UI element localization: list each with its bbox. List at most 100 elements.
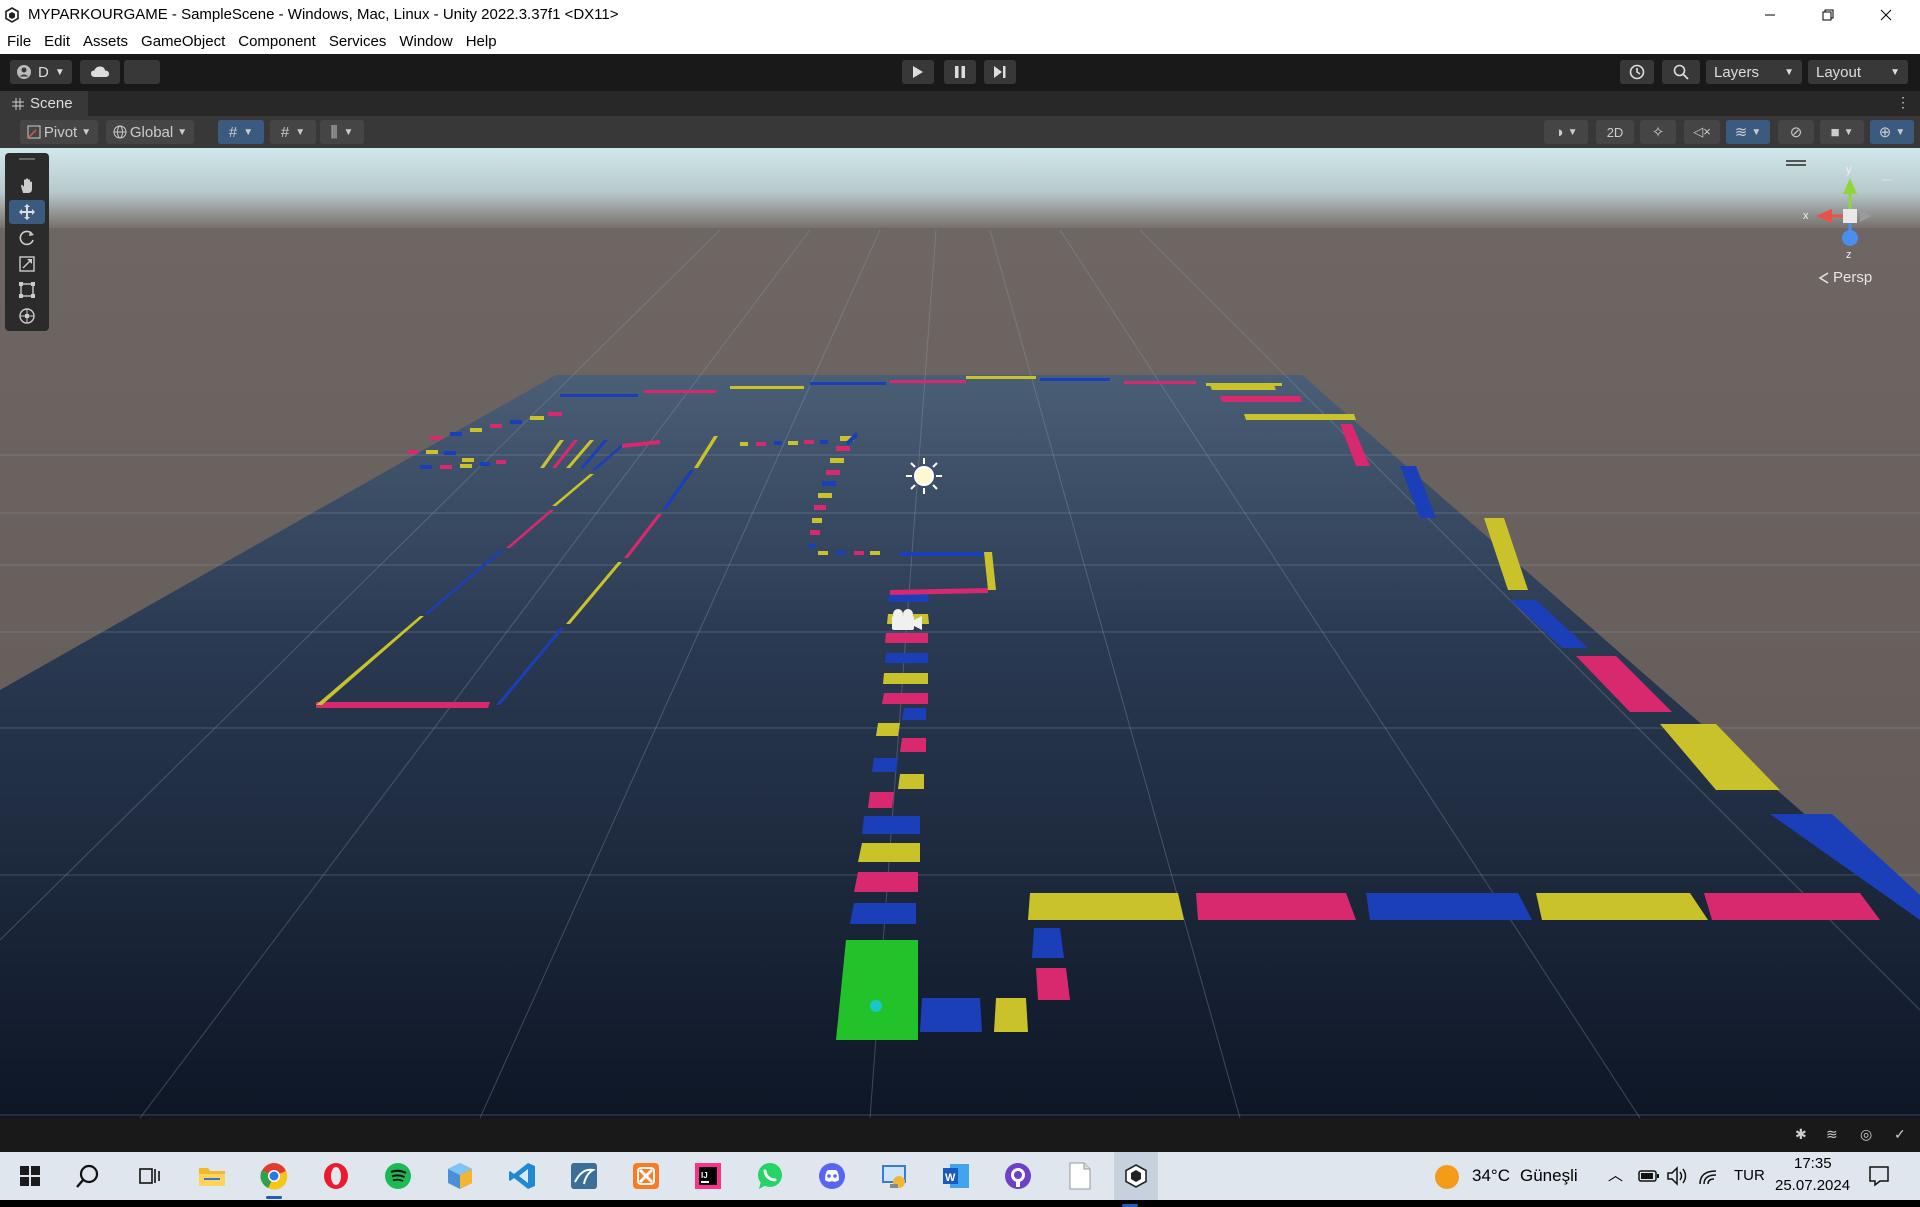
menu-component[interactable]: Component [238, 33, 316, 50]
menu-edit[interactable]: Edit [44, 33, 70, 50]
scene-viewport[interactable]: x y z Persp [0, 148, 1920, 1118]
cloud-button[interactable] [80, 60, 120, 84]
transform-combo-icon [19, 308, 35, 324]
database-dolphin-icon [571, 1163, 597, 1189]
chevron-down-icon: ▼ [1567, 126, 1578, 138]
taskbar-spotify[interactable] [382, 1160, 414, 1192]
minimize-icon [1765, 14, 1775, 15]
battery-icon[interactable] [1638, 1169, 1660, 1183]
minimize-button[interactable] [1747, 0, 1793, 29]
restore-button[interactable] [1805, 0, 1851, 29]
taskbar-whatsapp[interactable] [754, 1160, 786, 1192]
global-dropdown[interactable]: Global ▼ [106, 120, 194, 144]
taskbar-unity[interactable] [1114, 1152, 1158, 1207]
taskbar-word[interactable]: W [940, 1160, 972, 1192]
hand-tool[interactable] [9, 174, 45, 198]
taskbar-intellij[interactable]: IJ [692, 1160, 724, 1192]
weather-description: Güneşli [1520, 1166, 1578, 1185]
chevron-down-icon: ▼ [1751, 126, 1762, 138]
scale-tool[interactable] [9, 252, 45, 276]
toggle-2d-button[interactable]: 2D [1596, 120, 1634, 144]
folder-icon [199, 1168, 225, 1186]
speaker-mute-icon: ◁× [1693, 124, 1711, 139]
layers-dropdown[interactable]: Layers ▼ [1706, 60, 1802, 84]
chevron-down-icon: ▼ [54, 66, 65, 78]
step-button[interactable] [984, 60, 1016, 84]
svg-text:W: W [945, 1172, 956, 1184]
layers-stack-icon[interactable]: ≋ [1826, 1126, 1838, 1143]
volume-icon[interactable] [1666, 1166, 1688, 1186]
taskbar-discord[interactable] [816, 1160, 848, 1192]
history-button[interactable] [1620, 60, 1654, 84]
taskbar-opera[interactable] [320, 1160, 352, 1192]
input-language[interactable]: TUR [1734, 1167, 1765, 1184]
taskbar-mysql-workbench[interactable] [568, 1160, 600, 1192]
notification-icon[interactable] [1868, 1165, 1890, 1187]
menu-window[interactable]: Window [399, 33, 452, 50]
tab-scene[interactable]: Scene [0, 91, 88, 116]
transform-tool[interactable] [9, 304, 45, 328]
hidden-objects-toggle[interactable]: ⊘ [1778, 120, 1814, 144]
layout-label: Layout [1816, 63, 1862, 81]
menu-gameobject[interactable]: GameObject [141, 33, 225, 50]
gizmos-dropdown[interactable]: ⊕ ▼ [1870, 120, 1914, 144]
scene-toolbar: Pivot ▼ Global ▼ # ▼ # ▼ ⫼ ▼ ◑ ▼ 2D ✧ ◁×… [0, 116, 1920, 148]
gizmo-persp-label[interactable]: Persp [1833, 269, 1872, 286]
taskbar-search-button[interactable] [72, 1160, 104, 1192]
clock-time[interactable]: 17:35 [1794, 1155, 1832, 1172]
debug-bug-icon[interactable]: ✱ [1795, 1126, 1807, 1143]
pause-button[interactable] [944, 60, 976, 84]
clock-date[interactable]: 25.07.2024 [1775, 1177, 1850, 1194]
word-icon: W [943, 1164, 969, 1188]
menu-help[interactable]: Help [466, 33, 497, 50]
pivot-dropdown[interactable]: Pivot ▼ [20, 120, 98, 144]
menu-file[interactable]: File [7, 33, 31, 50]
svg-text:IJ: IJ [701, 1171, 708, 1180]
check-circle-icon[interactable]: ✓ [1894, 1126, 1906, 1143]
taskbar-vscode[interactable] [506, 1160, 538, 1192]
close-button[interactable] [1863, 0, 1909, 29]
task-view-button[interactable] [134, 1160, 166, 1192]
rotate-tool[interactable] [9, 226, 45, 250]
taskbar-notepad[interactable] [1064, 1160, 1096, 1192]
taskbar-app-cube[interactable] [444, 1160, 476, 1192]
taskbar-file-explorer[interactable] [196, 1160, 228, 1192]
chevron-up-icon[interactable]: ︿ [1608, 1164, 1623, 1185]
start-button[interactable] [14, 1160, 46, 1192]
main-toolbar: D ▼ Layers ▼ Layout ▼ [0, 54, 1920, 91]
effects-dropdown[interactable]: ≋ ▼ [1726, 120, 1770, 144]
pause-icon [955, 66, 965, 78]
grid-snap-toggle[interactable]: # ▼ [218, 120, 264, 144]
taskbar-control-panel[interactable] [878, 1160, 910, 1192]
align-toggle[interactable]: ⫼ ▼ [320, 120, 364, 144]
chevron-down-icon: ▼ [243, 126, 254, 138]
more-options-icon[interactable]: ⋮ [1896, 94, 1910, 111]
pivot-label: Pivot [43, 123, 78, 141]
collab-button[interactable] [124, 60, 160, 84]
grid-hash-icon [12, 97, 24, 110]
account-label: D [38, 63, 49, 81]
taskbar-github-desktop[interactable] [1002, 1160, 1034, 1192]
scale-icon [19, 256, 35, 272]
network-icon[interactable]: ◎ [1860, 1126, 1872, 1143]
snap-increment-toggle[interactable]: # ▼ [270, 120, 316, 144]
audio-toggle[interactable]: ◁× [1684, 120, 1720, 144]
camera-settings-dropdown[interactable]: ■ ▼ [1820, 120, 1864, 144]
rect-tool[interactable] [9, 278, 45, 302]
palette-handle[interactable] [19, 158, 35, 160]
menu-services[interactable]: Services [329, 33, 387, 50]
search-button[interactable] [1662, 60, 1700, 84]
play-button[interactable] [902, 60, 934, 84]
account-dropdown[interactable]: D ▼ [10, 60, 72, 84]
taskbar-xampp[interactable] [630, 1160, 662, 1192]
history-icon [1629, 64, 1645, 80]
menu-assets[interactable]: Assets [83, 33, 128, 50]
move-tool[interactable] [9, 200, 45, 224]
shading-mode-dropdown[interactable]: ◑ ▼ [1544, 120, 1588, 144]
wifi-icon[interactable] [1698, 1166, 1720, 1186]
lighting-toggle[interactable]: ✧ [1640, 120, 1676, 144]
layout-dropdown[interactable]: Layout ▼ [1808, 60, 1908, 84]
gizmo-z-label: z [1846, 249, 1852, 261]
chevron-down-icon: ▼ [1843, 126, 1854, 138]
taskbar-chrome[interactable] [258, 1160, 290, 1199]
